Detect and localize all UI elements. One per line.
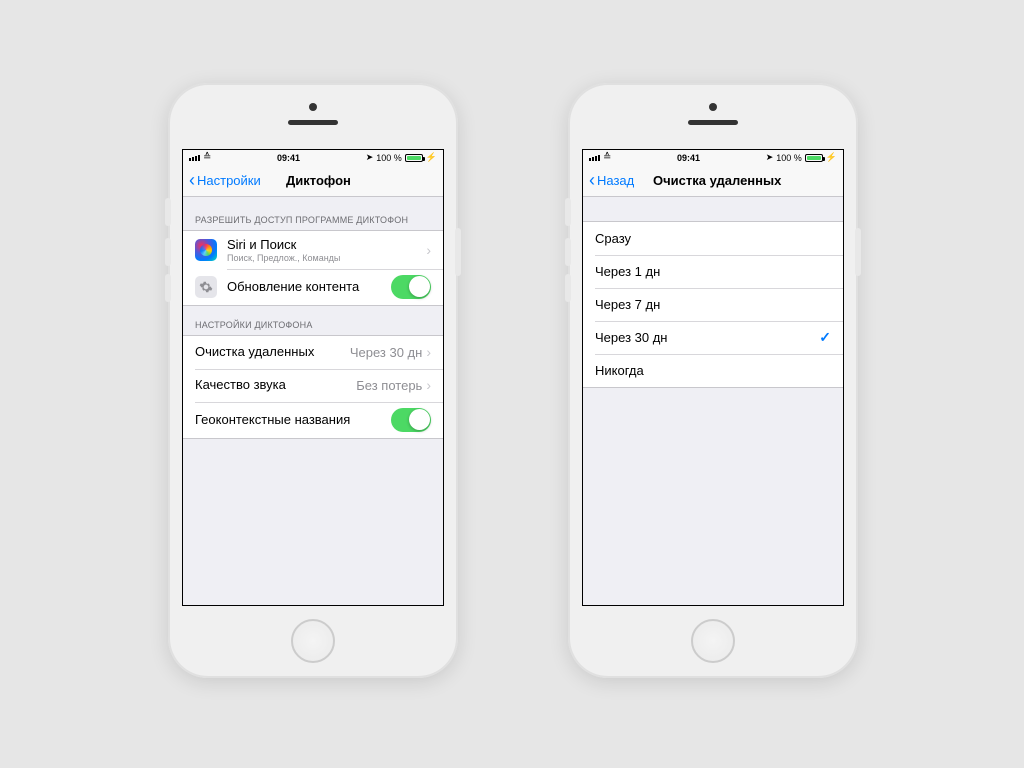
home-button[interactable]	[291, 619, 335, 663]
location-icon: ➤	[366, 152, 374, 163]
status-right: ➤ 100 % ⚡	[366, 152, 437, 163]
battery-icon	[805, 154, 823, 162]
status-left: ≙	[589, 152, 611, 163]
row-title: Геоконтекстные названия	[195, 412, 350, 428]
screen-left: ≙ 09:41 ➤ 100 % ⚡ ‹ Настройки Диктофон Р…	[182, 149, 444, 606]
screen-right: ≙ 09:41 ➤ 100 % ⚡ ‹ Назад Очистка удален…	[582, 149, 844, 606]
row-title: Очистка удаленных	[195, 344, 314, 360]
checkmark-icon: ✓	[819, 329, 831, 346]
back-label: Назад	[597, 173, 634, 188]
phone-left: ≙ 09:41 ➤ 100 % ⚡ ‹ Настройки Диктофон Р…	[168, 83, 458, 678]
list-recorder: Очистка удаленных Через 30 дн › Качество…	[183, 335, 443, 439]
status-right: ➤ 100 % ⚡	[766, 152, 837, 163]
row-value: Без потерь	[356, 378, 422, 393]
wifi-icon: ≙	[603, 152, 611, 163]
phone-top-hardware	[168, 83, 458, 145]
option-1-day[interactable]: Через 1 дн	[583, 255, 843, 288]
chevron-left-icon: ‹	[189, 170, 195, 191]
row-content: Siri и Поиск Поиск, Предлож., Команды	[227, 237, 426, 263]
row-geo-names[interactable]: Геоконтекстные названия	[183, 402, 443, 438]
option-never[interactable]: Никогда	[583, 354, 843, 387]
option-7-days[interactable]: Через 7 дн	[583, 288, 843, 321]
option-label: Сразу	[595, 231, 631, 247]
nav-title: Очистка удаленных	[653, 173, 781, 188]
option-label: Никогда	[595, 363, 644, 379]
option-label: Через 30 дн	[595, 330, 667, 346]
row-clear-deleted[interactable]: Очистка удаленных Через 30 дн ›	[183, 336, 443, 369]
chevron-right-icon: ›	[426, 242, 431, 258]
phone-right: ≙ 09:41 ➤ 100 % ⚡ ‹ Назад Очистка удален…	[568, 83, 858, 678]
option-label: Через 1 дн	[595, 264, 660, 280]
nav-bar: ‹ Настройки Диктофон	[183, 165, 443, 197]
speaker-slot	[688, 120, 738, 125]
chevron-right-icon: ›	[426, 344, 431, 360]
nav-title: Диктофон	[286, 173, 351, 188]
phone-top-hardware	[568, 83, 858, 145]
row-content-refresh[interactable]: Обновление контента	[183, 269, 443, 305]
wifi-icon: ≙	[203, 152, 211, 163]
cellular-icon	[189, 155, 200, 161]
status-time: 09:41	[277, 153, 300, 163]
toggle-geo-names[interactable]	[391, 408, 431, 432]
speaker-slot	[288, 120, 338, 125]
location-icon: ➤	[766, 152, 774, 163]
gear-icon	[195, 276, 217, 298]
list-access: Siri и Поиск Поиск, Предлож., Команды › …	[183, 230, 443, 306]
row-title: Качество звука	[195, 377, 286, 393]
status-time: 09:41	[677, 153, 700, 163]
toggle-content-refresh[interactable]	[391, 275, 431, 299]
option-30-days[interactable]: Через 30 дн ✓	[583, 321, 843, 354]
back-button[interactable]: ‹ Назад	[589, 170, 634, 191]
status-left: ≙	[189, 152, 211, 163]
chevron-left-icon: ‹	[589, 170, 595, 191]
row-title: Обновление контента	[227, 279, 391, 295]
row-audio-quality[interactable]: Качество звука Без потерь ›	[183, 369, 443, 402]
status-bar: ≙ 09:41 ➤ 100 % ⚡	[183, 150, 443, 165]
section-header-recorder: НАСТРОЙКИ ДИКТОФОНА	[183, 306, 443, 335]
row-siri-search[interactable]: Siri и Поиск Поиск, Предлож., Команды ›	[183, 231, 443, 269]
home-button[interactable]	[691, 619, 735, 663]
charging-icon: ⚡	[826, 152, 837, 163]
nav-bar: ‹ Назад Очистка удаленных	[583, 165, 843, 197]
chevron-right-icon: ›	[426, 377, 431, 393]
back-label: Настройки	[197, 173, 261, 188]
status-bar: ≙ 09:41 ➤ 100 % ⚡	[583, 150, 843, 165]
row-subtitle: Поиск, Предлож., Команды	[227, 253, 426, 263]
section-header-access: РАЗРЕШИТЬ ДОСТУП ПРОГРАММЕ ДИКТОФОН	[183, 197, 443, 230]
cellular-icon	[589, 155, 600, 161]
list-options: Сразу Через 1 дн Через 7 дн Через 30 дн …	[583, 221, 843, 388]
battery-icon	[405, 154, 423, 162]
charging-icon: ⚡	[426, 152, 437, 163]
row-value: Через 30 дн	[350, 345, 422, 360]
back-button[interactable]: ‹ Настройки	[189, 170, 261, 191]
battery-text: 100 %	[376, 153, 402, 163]
option-immediately[interactable]: Сразу	[583, 222, 843, 255]
siri-icon	[195, 239, 217, 261]
option-label: Через 7 дн	[595, 297, 660, 313]
row-title: Siri и Поиск	[227, 237, 426, 253]
row-content: Обновление контента	[227, 279, 391, 295]
camera-dot	[309, 103, 317, 111]
camera-dot	[709, 103, 717, 111]
battery-text: 100 %	[776, 153, 802, 163]
